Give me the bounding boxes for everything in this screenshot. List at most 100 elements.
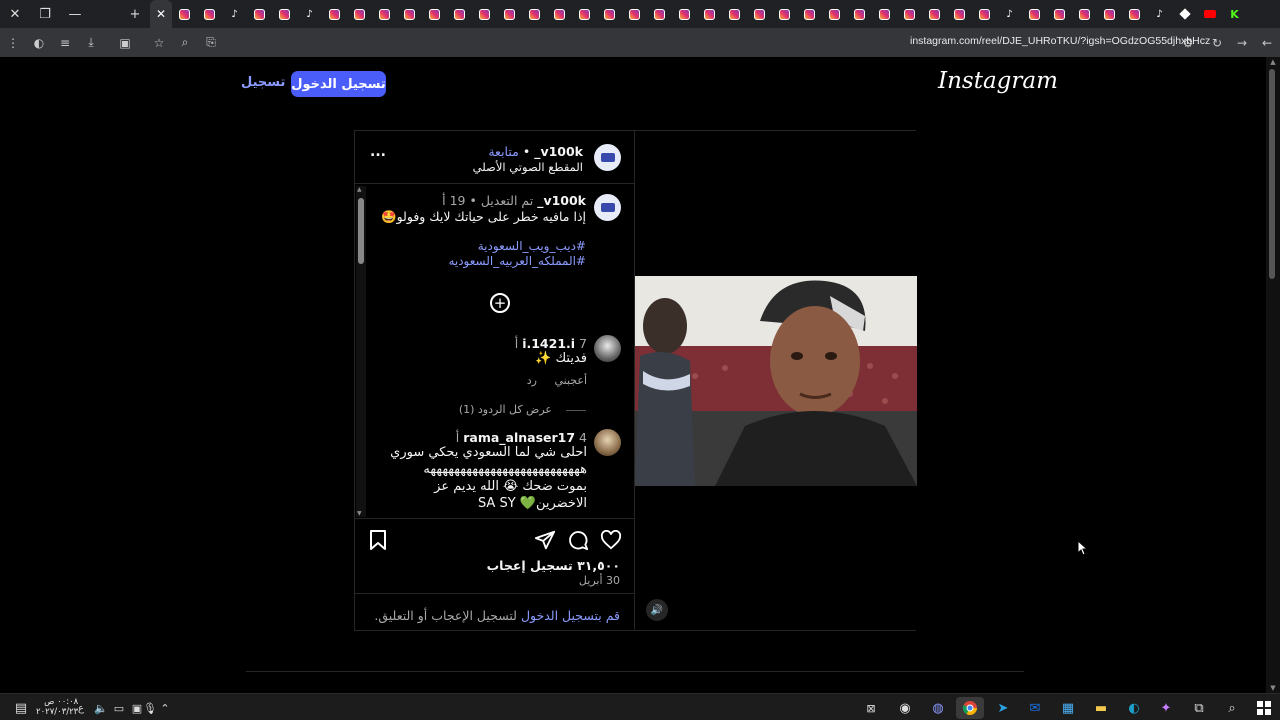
browser-tab[interactable]	[1122, 0, 1147, 28]
outlook-icon[interactable]: ✉	[1024, 697, 1046, 719]
browser-tab[interactable]	[672, 0, 697, 28]
menu-dots-icon[interactable]: ⋮	[0, 28, 26, 57]
discord-icon[interactable]: ◍	[927, 697, 949, 719]
comment-username[interactable]: rama_alnaser17	[463, 430, 575, 445]
close-window-icon[interactable]: ✕	[0, 0, 30, 28]
like-heart-icon[interactable]	[599, 528, 623, 552]
page-scrollbar[interactable]: ▲ ▼	[1266, 57, 1280, 693]
reel-video[interactable]: 🔊	[635, 131, 917, 630]
caption-username[interactable]: v100k_	[537, 193, 586, 208]
signup-link[interactable]: تسجيل	[241, 75, 285, 90]
browser-tab[interactable]	[1047, 0, 1072, 28]
browser-tab[interactable]	[497, 0, 522, 28]
browser-tab[interactable]: ♪	[997, 0, 1022, 28]
reply-link[interactable]: رد	[527, 374, 537, 387]
browser-tab[interactable]	[772, 0, 797, 28]
video-frame[interactable]	[635, 276, 917, 486]
store-icon[interactable]: ▦	[1057, 697, 1079, 719]
browser-tab[interactable]	[747, 0, 772, 28]
more-options-icon[interactable]: ...	[370, 144, 386, 160]
browser-tab[interactable]	[572, 0, 597, 28]
browser-tab[interactable]	[872, 0, 897, 28]
notifications-icon[interactable]: ▤	[10, 697, 32, 719]
load-more-comments-icon[interactable]: +	[490, 293, 510, 313]
download-icon[interactable]: ⤓	[78, 28, 104, 57]
browser-tab[interactable]	[622, 0, 647, 28]
browser-tab[interactable]	[972, 0, 997, 28]
comment-username[interactable]: i.1421.i	[522, 336, 575, 351]
browser-tab[interactable]	[647, 0, 672, 28]
login-prompt-link[interactable]: قم بتسجيل الدخول	[521, 608, 620, 623]
minimize-window-icon[interactable]: —	[60, 0, 90, 28]
browser-tab[interactable]	[247, 0, 272, 28]
forward-icon[interactable]: →	[1229, 28, 1255, 57]
task-view-icon[interactable]: ⧉	[1188, 697, 1210, 719]
browser-tab[interactable]	[697, 0, 722, 28]
browser-tab[interactable]	[847, 0, 872, 28]
active-tab[interactable]: ✕	[150, 0, 172, 28]
sound-icon[interactable]: 🔊	[646, 599, 668, 621]
avatar[interactable]	[594, 144, 621, 171]
zoom-icon[interactable]: ⌕	[172, 28, 198, 57]
start-windows-icon[interactable]	[1253, 697, 1275, 719]
browser-tab[interactable]: ♪	[222, 0, 247, 28]
browser-tab[interactable]	[897, 0, 922, 28]
browser-tab[interactable]	[272, 0, 297, 28]
page-scrollbar-thumb[interactable]	[1269, 69, 1275, 279]
close-tab-icon[interactable]: ✕	[156, 7, 166, 21]
browser-tab[interactable]	[1097, 0, 1122, 28]
browser-tab[interactable]	[947, 0, 972, 28]
view-replies-link[interactable]: عرض كل الردود (1)	[459, 403, 586, 416]
avatar[interactable]	[594, 335, 621, 362]
file-explorer-icon[interactable]: ▬	[1090, 697, 1112, 719]
browser-tab[interactable]	[922, 0, 947, 28]
browser-tab[interactable]	[597, 0, 622, 28]
comments-scrollbar-thumb[interactable]	[358, 198, 364, 264]
restore-window-icon[interactable]: ❐	[30, 0, 60, 28]
like-comment-link[interactable]: أعجبني	[554, 374, 587, 387]
browser-tab[interactable]: K	[1222, 0, 1247, 28]
browser-tab[interactable]	[797, 0, 822, 28]
new-tab-icon[interactable]: +	[120, 0, 150, 28]
copilot-icon[interactable]: ✦	[1155, 697, 1177, 719]
star-icon[interactable]: ☆	[146, 28, 172, 57]
telegram-icon[interactable]: ➤	[992, 697, 1014, 719]
browser-tab[interactable]	[322, 0, 347, 28]
hashtag-link[interactable]: #ديب_ويب_السعودية	[478, 239, 586, 253]
avatar[interactable]	[594, 194, 621, 221]
instagram-logo[interactable]: Instagram	[938, 68, 1058, 94]
app-icon[interactable]: ⊠	[860, 697, 882, 719]
browser-tab[interactable]	[372, 0, 397, 28]
address-bar[interactable]: instagram.com/reel/DJE_UHRoTKU/?igsh=OGd…	[910, 35, 1210, 47]
browser-tab[interactable]	[1022, 0, 1047, 28]
comments-scrollbar[interactable]: ▲ ▼	[356, 186, 366, 517]
browser-tab[interactable]	[547, 0, 572, 28]
chrome-icon[interactable]	[956, 697, 984, 719]
show-hidden-icons-icon[interactable]: ⌃	[154, 697, 176, 719]
browser-tab[interactable]	[1197, 0, 1222, 28]
browser-tab[interactable]	[172, 0, 197, 28]
follow-link[interactable]: متابعة	[488, 144, 519, 159]
search-icon[interactable]: ⌕	[1221, 697, 1243, 719]
browser-tab[interactable]	[472, 0, 497, 28]
browser-tab[interactable]	[397, 0, 422, 28]
browser-tab[interactable]	[447, 0, 472, 28]
install-icon[interactable]: ⎘	[198, 28, 224, 57]
browser-tab[interactable]	[197, 0, 222, 28]
browser-tab[interactable]	[1072, 0, 1097, 28]
save-bookmark-icon[interactable]	[366, 528, 390, 552]
audio-label[interactable]: المقطع الصوتي الأصلي	[473, 160, 583, 174]
comment-bubble-icon[interactable]	[566, 528, 590, 552]
steam-icon[interactable]: ◉	[894, 697, 916, 719]
browser-tab[interactable]	[347, 0, 372, 28]
likes-count[interactable]: ٣١,٥٠٠ تسجيل إعجاب	[487, 558, 620, 573]
hashtag-link[interactable]: #المملكه_العربيه_السعوديه	[448, 254, 586, 268]
edge-icon[interactable]: ◐	[1123, 697, 1145, 719]
browser-tab[interactable]	[422, 0, 447, 28]
share-send-icon[interactable]	[533, 528, 557, 552]
browser-tab[interactable]: ♪	[1147, 0, 1172, 28]
back-icon[interactable]: ←	[1254, 28, 1280, 57]
reading-list-icon[interactable]: ≡	[52, 28, 78, 57]
browser-tab[interactable]	[722, 0, 747, 28]
browser-tab[interactable]: ♪	[297, 0, 322, 28]
